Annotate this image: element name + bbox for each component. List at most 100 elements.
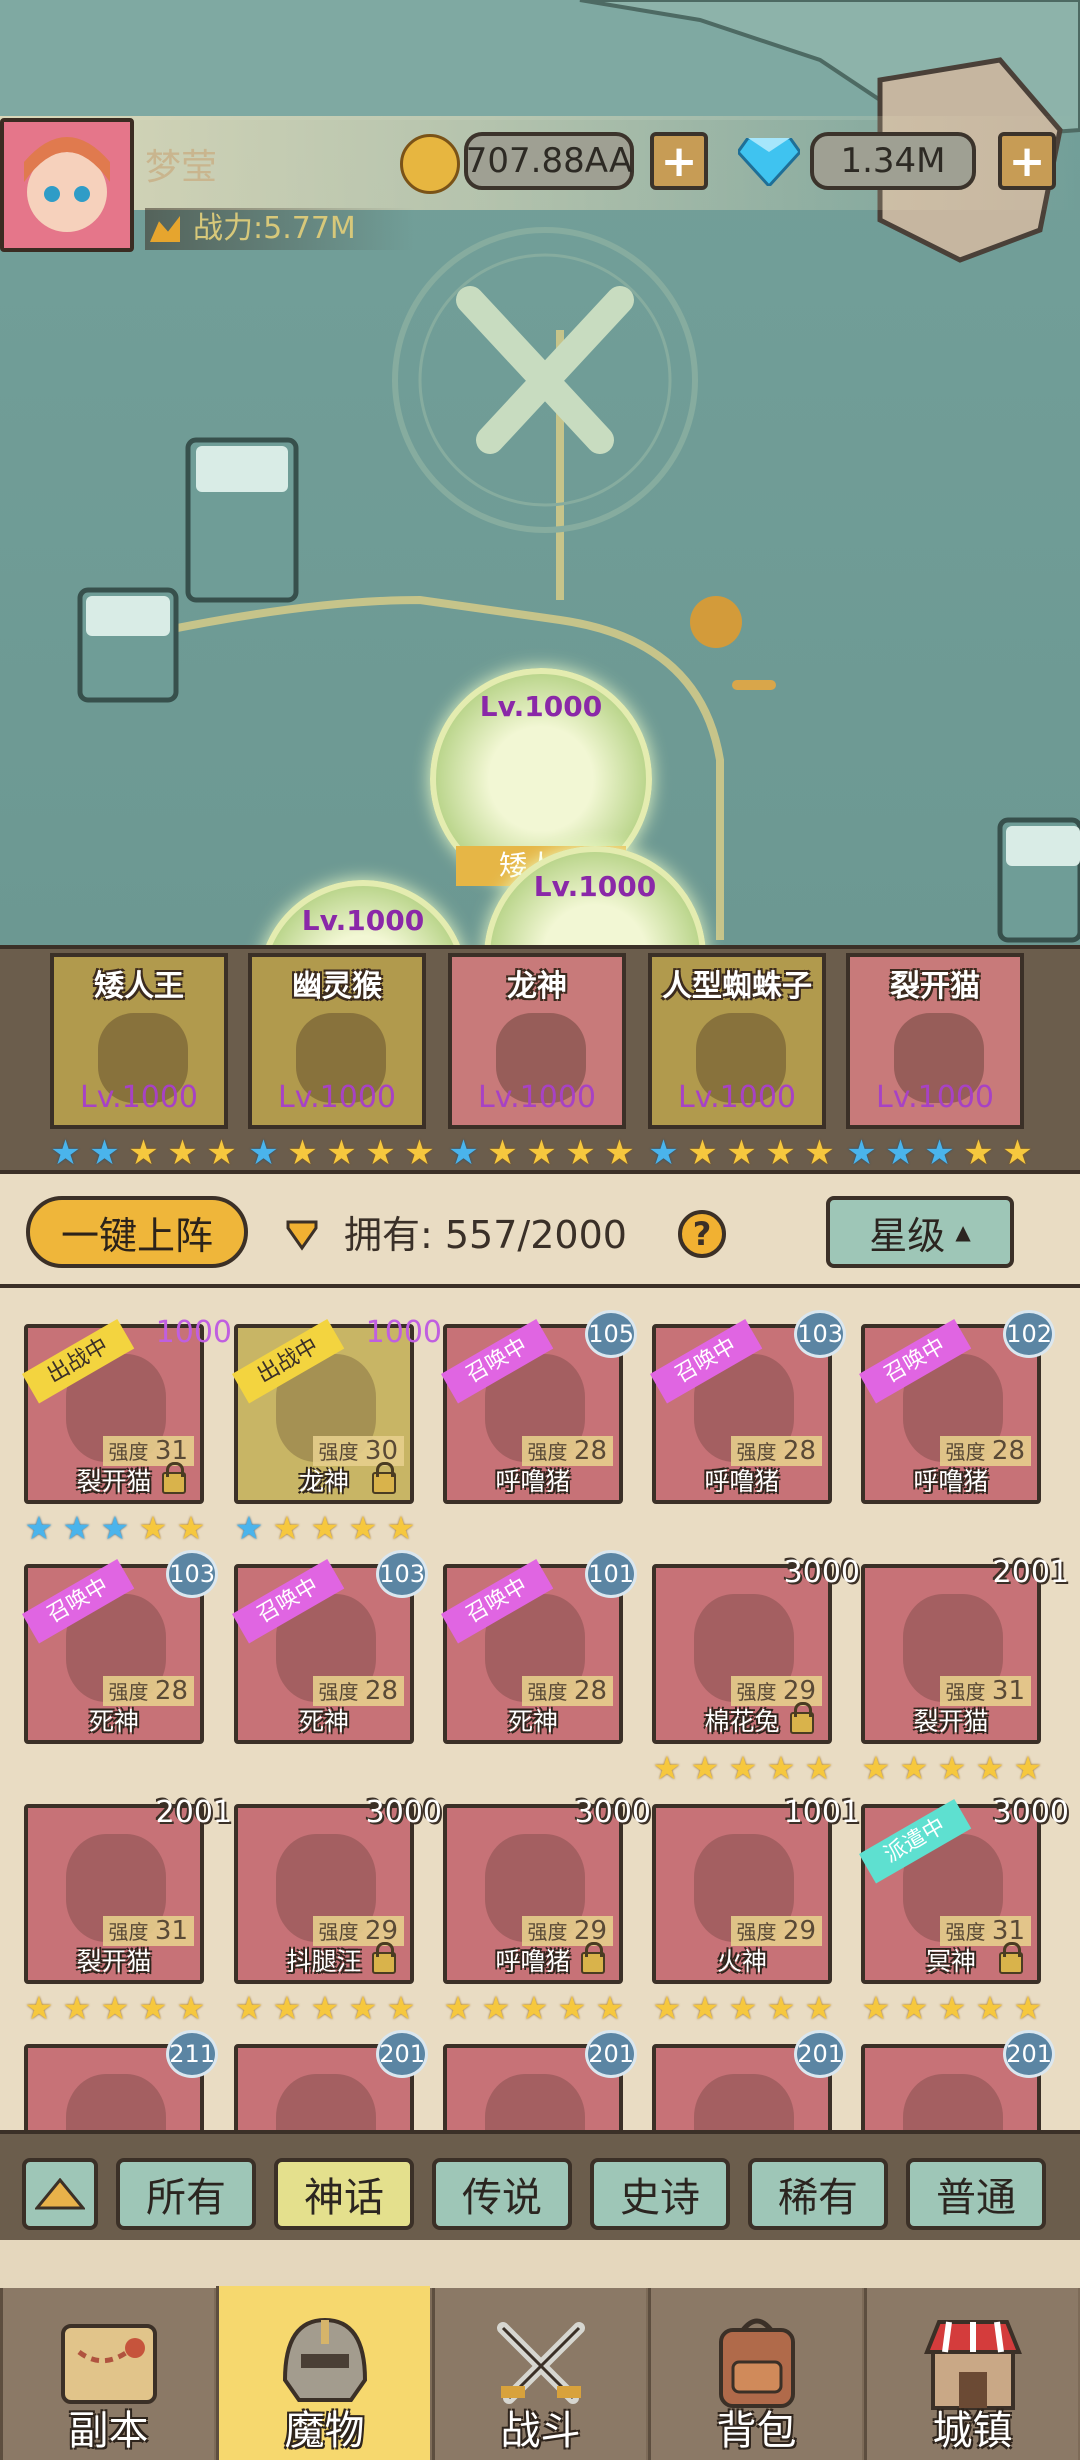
monster-card[interactable]: 强度 28 呼噜猪 102 召唤中	[859, 1310, 1055, 1504]
star-rating: ★ ★ ★ ★ ★	[20, 1510, 210, 1546]
gold-coin-icon	[400, 134, 460, 194]
nav-tab[interactable]: 战斗	[432, 2288, 646, 2460]
deploy-all-button[interactable]: 一键上阵	[26, 1196, 248, 1268]
sort-by-stars-button[interactable]: 星级 ▲	[826, 1196, 1014, 1268]
monster-card[interactable]: 201	[234, 2030, 428, 2134]
filter-tab[interactable]: 传说	[432, 2158, 572, 2230]
star-icon: ★	[899, 1749, 929, 1787]
star-icon: ★	[766, 1749, 796, 1787]
monster-card[interactable]: 强度 29 棉花兔 3000	[652, 1555, 860, 1744]
star-icon: ★	[652, 1989, 682, 2027]
monster-name: 死神	[507, 1707, 558, 1736]
star-icon: ★	[885, 1133, 916, 1173]
monster-name: 呼噜猪	[495, 1467, 571, 1496]
monster-count-badge: 1000	[365, 1315, 442, 1350]
filter-tab[interactable]: 所有	[116, 2158, 256, 2230]
sort-down-arrow-icon	[280, 1214, 324, 1254]
star-rating: ★ ★ ★ ★ ★	[20, 1990, 210, 2026]
star-icon: ★	[1013, 1989, 1043, 2027]
monster-card[interactable]: 强度 28 死神 103 召唤中	[232, 1550, 428, 1744]
monster-card[interactable]: 强度 29 抖腿汪 3000	[234, 1795, 442, 1984]
star-icon: ★	[234, 1989, 264, 2027]
lineup-slot[interactable]: 龙神 Lv.1000	[448, 953, 626, 1129]
monster-count-badge: 105	[585, 1310, 637, 1358]
monster-card[interactable]: 201	[443, 2030, 637, 2134]
star-icon: ★	[176, 1989, 206, 2027]
lineup-slot[interactable]: 矮人王 Lv.1000	[50, 953, 228, 1129]
strength-label: 强度	[318, 1680, 365, 1704]
star-icon: ★	[326, 1133, 357, 1173]
monster-card[interactable]: 强度 31 裂开猫 2001	[861, 1555, 1069, 1744]
nav-top-band	[0, 2240, 1080, 2288]
help-icon[interactable]: ?	[678, 1210, 726, 1258]
filter-tab[interactable]: 神话	[274, 2158, 414, 2230]
monster-count-badge: 103	[376, 1550, 428, 1598]
monster-count-badge: 201	[794, 2030, 846, 2078]
star-icon: ★	[804, 1989, 834, 2027]
star-icon: ★	[24, 1989, 54, 2027]
monster-card[interactable]: 强度 30 龙神 1000 出战中	[232, 1315, 442, 1504]
shop-icon	[919, 2312, 1027, 2412]
strength-label: 强度	[527, 1440, 574, 1464]
strength-label: 强度	[318, 1920, 365, 1944]
monster-card[interactable]: 211	[24, 2030, 218, 2134]
monster-card[interactable]: 强度 29 呼噜猪 3000	[443, 1795, 651, 1984]
monster-card[interactable]: 强度 28 死神 103 召唤中	[22, 1550, 218, 1744]
lineup-star-rating: ★ ★ ★ ★ ★	[46, 1135, 241, 1171]
lock-icon	[162, 1462, 186, 1494]
lineup-slot[interactable]: 人型蜘蛛子 Lv.1000	[648, 953, 826, 1129]
add-gems-button[interactable]: +	[998, 132, 1056, 190]
monster-count-badge: 101	[585, 1550, 637, 1598]
monster-card[interactable]: 201	[861, 2030, 1055, 2134]
star-icon: ★	[975, 1749, 1005, 1787]
lineup-monster-level: Lv.1000	[875, 1080, 995, 1115]
star-icon: ★	[234, 1509, 264, 1547]
star-rating: ★ ★ ★ ★ ★	[230, 1990, 420, 2026]
monster-card[interactable]: 强度 31 冥神 3000 派遣中	[859, 1795, 1069, 1984]
star-icon: ★	[766, 1989, 796, 2027]
strength-label: 强度	[945, 1680, 992, 1704]
nav-tab[interactable]: 背包	[648, 2288, 862, 2460]
monster-count-badge: 1000	[155, 1315, 232, 1350]
lineup-monster-level: Lv.1000	[677, 1080, 797, 1115]
nav-tab[interactable]: 城镇	[864, 2288, 1078, 2460]
star-icon: ★	[386, 1509, 416, 1547]
star-icon: ★	[448, 1133, 479, 1173]
combat-power: 战力:5.77M	[145, 208, 415, 250]
filter-tab[interactable]: 普通	[906, 2158, 1046, 2230]
monster-card[interactable]: 强度 31 裂开猫 2001	[24, 1795, 232, 1984]
star-icon: ★	[648, 1133, 679, 1173]
star-rating: ★ ★ ★ ★ ★	[439, 1990, 629, 2026]
monster-card[interactable]: 强度 28 死神 101 召唤中	[441, 1550, 637, 1744]
monster-card[interactable]: 强度 31 裂开猫 1000 出战中	[22, 1315, 232, 1504]
filter-tab[interactable]: 稀有	[748, 2158, 888, 2230]
star-rating: ★ ★ ★ ★ ★	[857, 1750, 1047, 1786]
monster-portrait	[694, 2074, 794, 2134]
star-icon: ★	[728, 1749, 758, 1787]
filter-tab[interactable]: 史诗	[590, 2158, 730, 2230]
nav-tab[interactable]: 副本	[0, 2288, 214, 2460]
star-icon: ★	[128, 1133, 159, 1173]
monster-card[interactable]: 强度 28 呼噜猪 105 召唤中	[441, 1310, 637, 1504]
nav-label: 魔物	[284, 2408, 365, 2454]
monster-card[interactable]: 强度 28 呼噜猪 103 召唤中	[650, 1310, 846, 1504]
lineup-monster-level: Lv.1000	[477, 1080, 597, 1115]
monster-card[interactable]: 201	[652, 2030, 846, 2134]
collapse-button[interactable]	[22, 2158, 98, 2230]
lineup-slot[interactable]: 裂开猫 Lv.1000	[846, 953, 1024, 1129]
add-gold-button[interactable]: +	[650, 132, 708, 190]
monster-count-badge: 3000	[992, 1795, 1069, 1830]
star-icon: ★	[138, 1509, 168, 1547]
nav-tab[interactable]: 魔物	[216, 2286, 430, 2460]
monster-card[interactable]: 强度 29 火神 1001	[652, 1795, 860, 1984]
player-avatar[interactable]	[0, 118, 134, 252]
helmet-icon	[271, 2310, 379, 2410]
star-rating: ★ ★ ★ ★ ★	[857, 1990, 1047, 2026]
star-icon: ★	[310, 1509, 340, 1547]
caret-up-icon: ▲	[955, 1220, 971, 1244]
star-icon: ★	[519, 1989, 549, 2027]
strength-label: 强度	[736, 1680, 783, 1704]
lineup-slot[interactable]: 幽灵猴 Lv.1000	[248, 953, 426, 1129]
collapse-up-icon	[35, 2178, 85, 2210]
star-icon: ★	[62, 1509, 92, 1547]
